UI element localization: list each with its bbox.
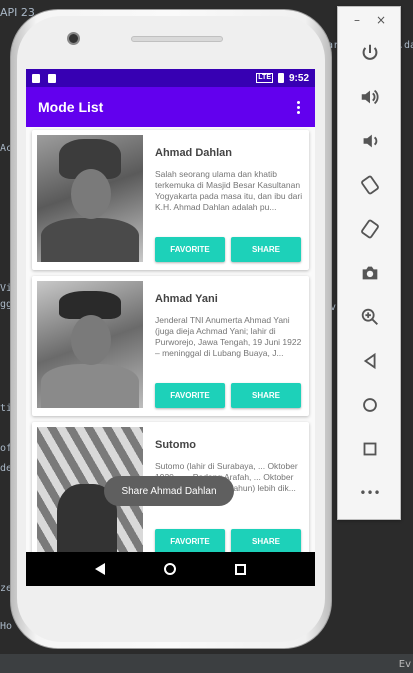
front-camera [67, 32, 80, 45]
toast-message: Share Ahmad Dahlan [104, 476, 234, 506]
device-screen: LTE 9:52 Mode List Ahmad Dahlan Salah se… [26, 69, 315, 586]
share-button[interactable]: SHARE [231, 383, 301, 408]
ide-status-bar: Ev [0, 653, 413, 673]
favorite-button[interactable]: FAVORITE [155, 383, 225, 408]
app-title: Mode List [38, 99, 104, 115]
share-button[interactable]: SHARE [231, 529, 301, 554]
more-icon[interactable]: ••• [338, 471, 402, 515]
ide-fragment: Ho [0, 621, 13, 632]
earpiece-speaker [131, 36, 223, 42]
app-bar: Mode List [26, 87, 315, 127]
list-item[interactable]: Ahmad Dahlan Salah seorang ulama dan kha… [32, 130, 309, 270]
home-icon[interactable] [338, 383, 402, 427]
hero-name: Ahmad Yani [155, 293, 218, 305]
hero-name: Sutomo [155, 439, 196, 451]
rotate-left-icon[interactable] [338, 163, 402, 207]
favorite-button[interactable]: FAVORITE [155, 237, 225, 262]
overview-icon[interactable] [338, 427, 402, 471]
minimize-button[interactable]: – [354, 13, 360, 31]
close-button[interactable]: × [376, 13, 386, 31]
hero-photo [37, 135, 143, 262]
share-button[interactable]: SHARE [231, 237, 301, 262]
nav-recents-icon[interactable] [234, 563, 246, 575]
camera-icon[interactable] [338, 251, 402, 295]
hero-description: Salah seorang ulama dan khatib terkemuka… [155, 169, 303, 212]
back-icon[interactable] [338, 339, 402, 383]
list-item[interactable]: Ahmad Yani Jenderal TNI Anumerta Ahmad Y… [32, 276, 309, 416]
nav-home-icon[interactable] [163, 563, 176, 575]
volume-down-icon[interactable] [338, 119, 402, 163]
event-log-label[interactable]: Ev [399, 659, 411, 670]
nav-back-icon[interactable] [95, 563, 106, 575]
navigation-bar [26, 552, 315, 586]
notification-icon [48, 73, 56, 83]
overflow-menu-icon[interactable] [293, 100, 303, 114]
hero-photo [37, 281, 143, 408]
status-bar: LTE 9:52 [26, 69, 315, 87]
network-type-label: LTE [256, 73, 273, 83]
hero-description: Jenderal TNI Anumerta Ahmad Yani (juga d… [155, 315, 302, 358]
power-icon[interactable] [338, 31, 402, 75]
battery-icon [277, 73, 284, 83]
hero-name: Ahmad Dahlan [155, 147, 233, 159]
notification-icon [32, 73, 40, 83]
rotate-right-icon[interactable] [338, 207, 402, 251]
volume-up-icon[interactable] [338, 75, 402, 119]
status-time: 9:52 [288, 72, 309, 84]
emulator-toolbar: – × ••• [337, 6, 401, 520]
favorite-button[interactable]: FAVORITE [155, 529, 225, 554]
zoom-icon[interactable] [338, 295, 402, 339]
